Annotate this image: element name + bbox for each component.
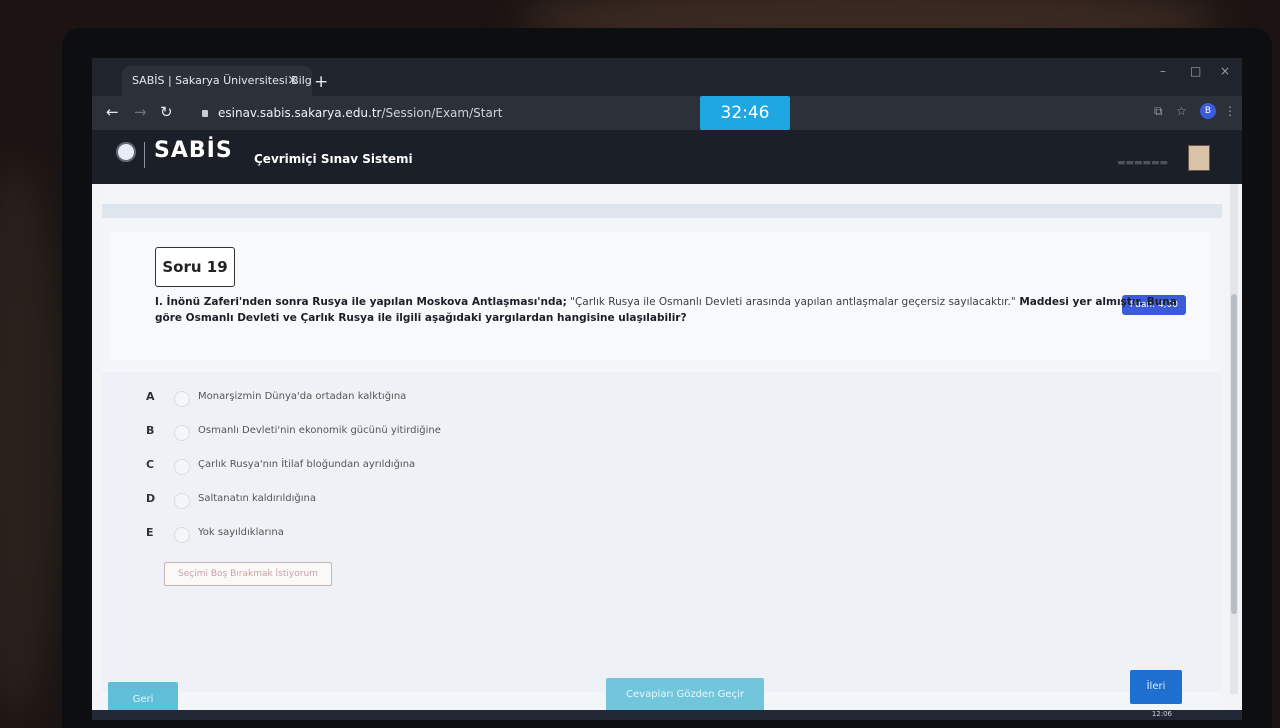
option-radio[interactable] xyxy=(174,425,190,441)
question-text-part-1: I. İnönü Zaferi'nden sonra Rusya ile yap… xyxy=(155,296,567,308)
option-e[interactable]: E Yok sayıldıklarına xyxy=(146,526,746,546)
option-text: Monarşizmin Dünya'da ortadan kalktığına xyxy=(198,391,407,402)
profile-avatar[interactable]: B xyxy=(1200,103,1216,119)
option-letter: A xyxy=(146,390,155,403)
option-radio[interactable] xyxy=(174,459,190,475)
scrollbar-thumb[interactable] xyxy=(1231,294,1237,614)
reload-icon[interactable]: ↻ xyxy=(160,103,173,121)
next-button[interactable]: İleri xyxy=(1130,670,1182,704)
share-icon[interactable]: ⧉ xyxy=(1154,104,1163,119)
exam-timer: 32:46 xyxy=(700,96,790,130)
menu-dots-icon[interactable]: ⋮ xyxy=(1224,104,1236,118)
header-strip xyxy=(102,204,1222,218)
option-letter: C xyxy=(146,458,155,471)
background-left xyxy=(0,160,60,720)
tab-title: SABİS | Sakarya Üniversitesi Bilg xyxy=(132,74,312,87)
option-letter: E xyxy=(146,526,154,539)
url-path: /Session/Exam/Start xyxy=(381,106,503,120)
option-letter: D xyxy=(146,492,156,505)
option-text: Osmanlı Devleti'nin ekonomik gücünü yiti… xyxy=(198,425,441,436)
app-title: Çevrimiçi Sınav Sistemi xyxy=(254,152,413,166)
option-radio[interactable] xyxy=(174,391,190,407)
question-card: Soru 19 Puan: 4,00 I. İnönü Zaferi'nden … xyxy=(110,232,1210,360)
question-text: I. İnönü Zaferi'nden sonra Rusya ile yap… xyxy=(155,294,1185,326)
app-header: SABİS Çevrimiçi Sınav Sistemi ▬▬▬▬▬▬ xyxy=(92,130,1242,184)
question-number: Soru 19 xyxy=(155,247,235,287)
logo-divider xyxy=(144,142,145,168)
option-text: Çarlık Rusya'nın İtilaf bloğundan ayrıld… xyxy=(198,459,416,470)
lock-icon xyxy=(202,110,208,117)
address-bar[interactable]: esinav.sabis.sakarya.edu.tr/Session/Exam… xyxy=(202,102,1162,124)
browser-tab[interactable]: SABİS | Sakarya Üniversitesi Bilg × xyxy=(122,66,312,96)
option-a[interactable]: A Monarşizmin Dünya'da ortadan kalktığın… xyxy=(146,390,746,410)
laptop-screen: SABİS | Sakarya Üniversitesi Bilg × + – … xyxy=(92,58,1242,720)
browser-tabbar: SABİS | Sakarya Üniversitesi Bilg × + – … xyxy=(92,58,1242,96)
option-radio[interactable] xyxy=(174,527,190,543)
answer-options: A Monarşizmin Dünya'da ortadan kalktığın… xyxy=(102,372,1222,692)
option-radio[interactable] xyxy=(174,493,190,509)
question-quote: "Çarlık Rusya ile Osmanlı Devleti arasın… xyxy=(566,296,1016,308)
forward-arrow-icon[interactable]: → xyxy=(134,103,147,121)
page-scrollbar[interactable] xyxy=(1230,184,1238,694)
url-host: esinav.sabis.sakarya.edu.tr xyxy=(218,106,382,120)
review-answers-button[interactable]: Cevapları Gözden Geçir xyxy=(606,678,764,712)
user-avatar[interactable] xyxy=(1188,145,1210,171)
exam-content: Soru 19 Puan: 4,00 I. İnönü Zaferi'nden … xyxy=(102,184,1222,720)
maximize-icon[interactable]: □ xyxy=(1190,64,1201,78)
option-c[interactable]: C Çarlık Rusya'nın İtilaf bloğundan ayrı… xyxy=(146,458,746,478)
globe-logo-icon xyxy=(116,142,136,162)
taskbar-clock: 12:06 xyxy=(1151,710,1172,718)
bookmark-star-icon[interactable]: ☆ xyxy=(1176,104,1187,118)
option-letter: B xyxy=(146,424,155,437)
option-b[interactable]: B Osmanlı Devleti'nin ekonomik gücünü yi… xyxy=(146,424,746,444)
browser-toolbar: ← → ↻ esinav.sabis.sakarya.edu.tr/Sessio… xyxy=(92,96,1242,130)
skip-answer-button[interactable]: Seçimi Boş Bırakmak İstiyorum xyxy=(164,562,332,586)
option-text: Yok sayıldıklarına xyxy=(198,527,284,538)
sabis-logo: SABİS xyxy=(154,138,233,163)
user-name: ▬▬▬▬▬▬ xyxy=(1116,158,1168,168)
back-arrow-icon[interactable]: ← xyxy=(106,103,119,121)
new-tab-icon[interactable]: + xyxy=(314,72,328,92)
os-taskbar: 12:06 xyxy=(92,710,1242,720)
option-d[interactable]: D Saltanatın kaldırıldığına xyxy=(146,492,746,512)
window-close-icon[interactable]: × xyxy=(1220,64,1230,78)
minimize-icon[interactable]: – xyxy=(1160,64,1166,78)
option-text: Saltanatın kaldırıldığına xyxy=(198,493,317,504)
tab-close-icon[interactable]: × xyxy=(287,66,298,96)
